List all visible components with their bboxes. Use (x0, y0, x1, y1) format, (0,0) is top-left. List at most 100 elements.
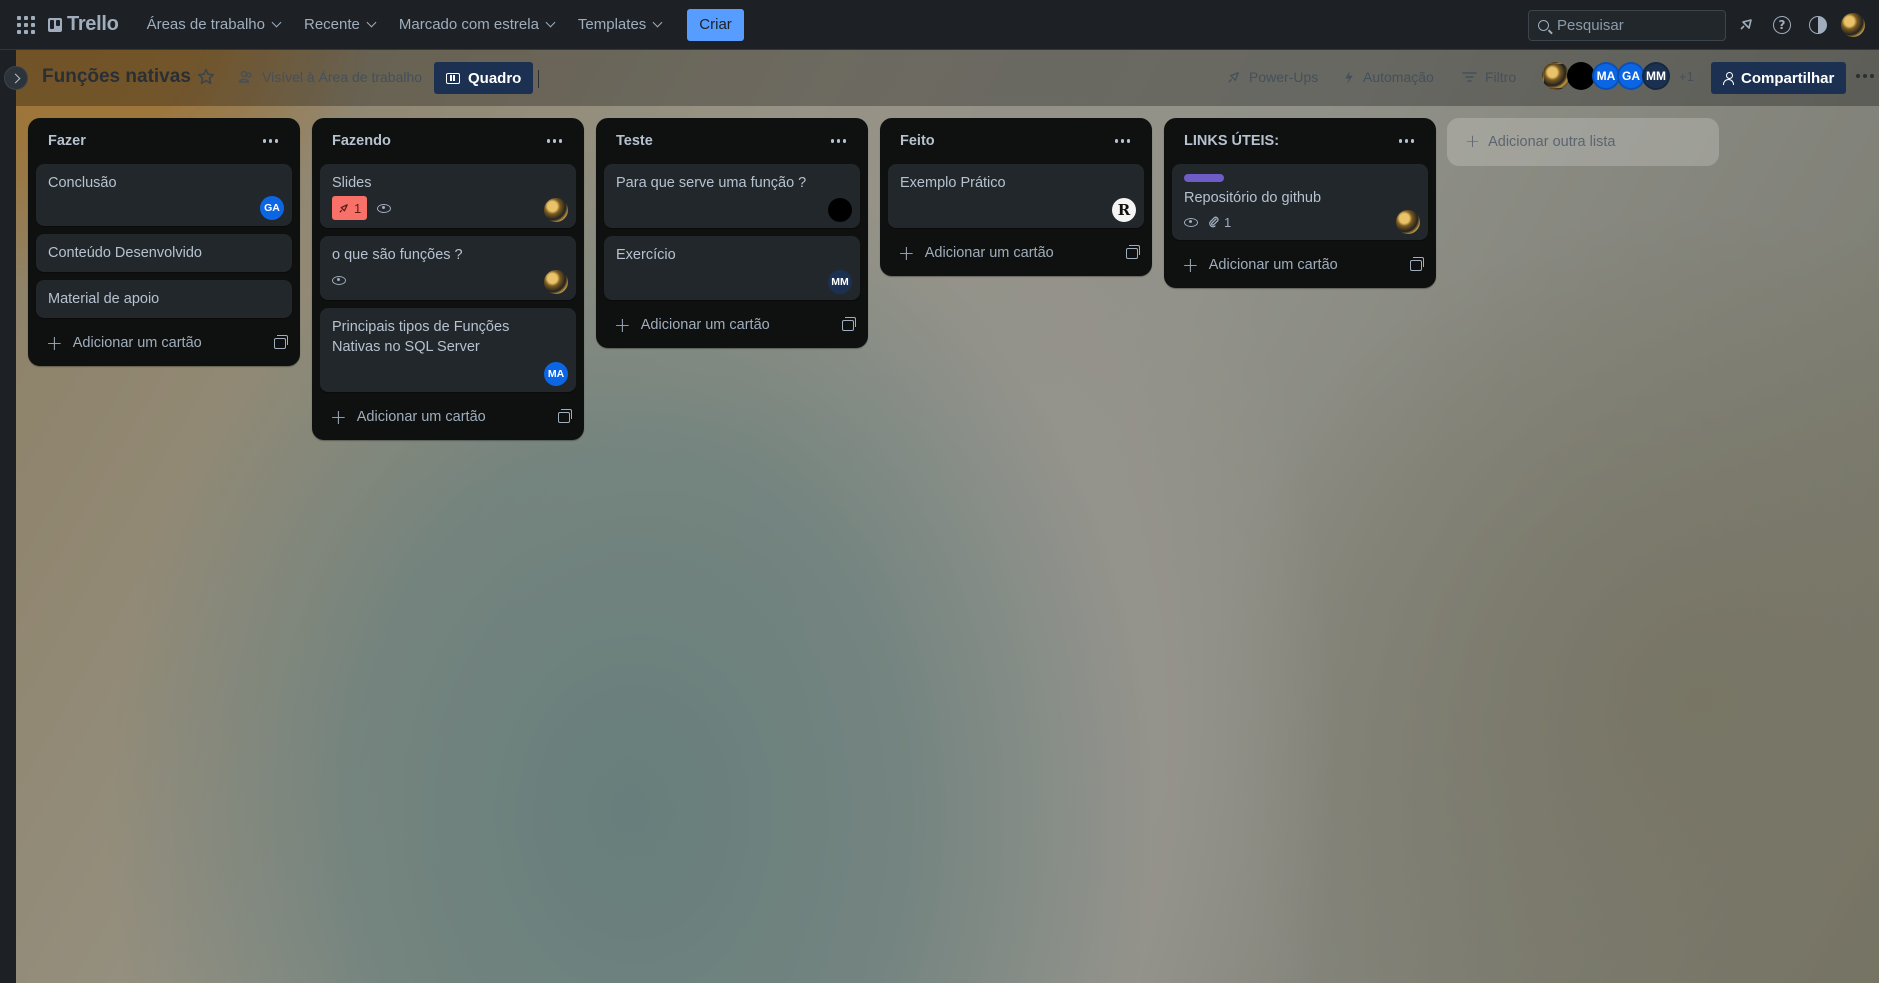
card[interactable]: Slides 1 (320, 164, 576, 228)
add-list-button[interactable]: + Adicionar outra lista (1447, 118, 1719, 166)
card-template-icon[interactable] (274, 334, 288, 349)
card-member-avatar[interactable]: MA (544, 362, 568, 386)
list-title[interactable]: Fazendo (332, 133, 391, 149)
list-teste: Teste Para que serve uma função ? Exercí… (596, 118, 868, 348)
theme-icon[interactable] (1807, 14, 1829, 36)
help-icon[interactable]: ? (1771, 14, 1793, 36)
card-member-avatar[interactable] (1396, 210, 1420, 234)
list-title[interactable]: Fazer (48, 133, 86, 149)
visibility-button[interactable]: Visível à Área de trabalho (238, 69, 422, 85)
add-card-button[interactable]: + Adicionar um cartão (1172, 248, 1428, 282)
automation-button[interactable]: Automação (1343, 69, 1434, 85)
starred-menu[interactable]: Marcado com estrela (389, 9, 568, 41)
member-avatar[interactable]: MA (1592, 62, 1620, 90)
card[interactable]: o que são funções ? (320, 236, 576, 300)
top-nav: Trello Áreas de trabalho Recente Marcado… (0, 0, 1879, 50)
add-card-label: Adicionar um cartão (640, 317, 770, 333)
filter-label: Filtro (1485, 69, 1517, 85)
member-avatar[interactable] (1567, 62, 1595, 90)
watch-icon (1184, 217, 1198, 227)
attachments-count: 1 (1224, 214, 1232, 230)
add-card-button[interactable]: + Adicionar um cartão (604, 308, 860, 342)
recent-menu[interactable]: Recente (294, 9, 389, 41)
watch-icon (332, 275, 346, 285)
board-view-button[interactable]: Quadro (434, 62, 534, 94)
card-member-avatar[interactable] (544, 198, 568, 222)
search-input[interactable] (1557, 17, 1717, 34)
list-menu-icon[interactable] (1109, 133, 1137, 149)
powerups-label: Power-Ups (1249, 69, 1319, 85)
card-template-icon[interactable] (1126, 244, 1140, 259)
card-title: Repositório do github (1184, 190, 1322, 206)
notifications-icon[interactable] (1735, 14, 1757, 36)
card[interactable]: Conclusão GA (36, 164, 292, 226)
board-title[interactable]: Funções nativas (42, 66, 191, 88)
card-member-avatar[interactable]: R (1112, 198, 1136, 222)
chevron-down-icon (366, 17, 377, 28)
filter-button[interactable]: Filtro (1462, 69, 1516, 85)
card-member-avatar[interactable] (544, 270, 568, 294)
list-title[interactable]: Feito (900, 133, 935, 149)
view-switcher-dropdown[interactable] (538, 70, 539, 88)
card-member-avatar[interactable]: MM (828, 270, 852, 294)
attachments-badge: 1 (1208, 215, 1231, 230)
list-menu-icon[interactable] (1393, 133, 1421, 149)
card-template-icon[interactable] (558, 408, 572, 423)
list-menu-icon[interactable] (825, 133, 853, 149)
more-members-count[interactable]: +1 (1679, 69, 1694, 84)
card-template-icon[interactable] (842, 316, 856, 331)
trello-logo[interactable]: Trello (48, 13, 119, 36)
powerups-button[interactable]: Power-Ups (1226, 69, 1318, 85)
add-card-label: Adicionar um cartão (1208, 257, 1338, 273)
card[interactable]: Exemplo Prático R (888, 164, 1144, 228)
person-icon (1723, 72, 1734, 85)
list-title[interactable]: Teste (616, 133, 653, 149)
card-member-avatar[interactable] (828, 198, 852, 222)
list-menu-icon[interactable] (541, 133, 569, 149)
expand-sidebar-button[interactable] (4, 66, 28, 90)
share-button[interactable]: Compartilhar (1711, 62, 1847, 94)
list-header: Feito (888, 118, 1144, 164)
add-card-button[interactable]: + Adicionar um cartão (36, 326, 292, 360)
apps-grid-icon[interactable] (14, 13, 38, 37)
list-title[interactable]: LINKS ÚTEIS: (1184, 133, 1279, 149)
list-feito: Feito Exemplo Prático R + Adicionar um ca… (880, 118, 1152, 276)
add-card-button[interactable]: + Adicionar um cartão (320, 400, 576, 434)
add-card-button[interactable]: + Adicionar um cartão (888, 236, 1144, 270)
plus-icon: + (898, 241, 915, 265)
workspaces-menu-label: Áreas de trabalho (146, 16, 265, 33)
board-menu-button[interactable] (1856, 74, 1874, 78)
star-icon[interactable] (196, 67, 216, 87)
plus-icon: + (1182, 253, 1199, 277)
list-menu-icon[interactable] (257, 133, 285, 149)
card[interactable]: Conteúdo Desenvolvido (36, 234, 292, 272)
templates-menu[interactable]: Templates (568, 9, 675, 41)
recent-menu-label: Recente (303, 16, 360, 33)
card[interactable]: Principais tipos de Funções Nativas no S… (320, 308, 576, 392)
list-fazer: Fazer Conclusão GA Conteúdo Desenvolvido… (28, 118, 300, 366)
filter-icon (1462, 72, 1477, 82)
card-title: Exercício (616, 247, 676, 263)
search-box[interactable] (1528, 10, 1726, 41)
member-avatar[interactable]: GA (1617, 62, 1645, 90)
member-avatar[interactable] (1542, 62, 1570, 90)
templates-menu-label: Templates (577, 16, 647, 33)
card[interactable]: Material de apoio (36, 280, 292, 318)
card[interactable]: Repositório do github 1 (1172, 164, 1428, 240)
board-members[interactable]: MA GA MM +1 (1542, 62, 1694, 90)
workspaces-menu[interactable]: Áreas de trabalho (137, 9, 294, 41)
card[interactable]: Exercício MM (604, 236, 860, 300)
starred-menu-label: Marcado com estrela (398, 16, 539, 33)
card-title: Slides (332, 175, 372, 191)
member-avatar[interactable]: MM (1642, 62, 1670, 90)
card-label-purple[interactable] (1184, 174, 1224, 182)
card-member-avatar[interactable]: GA (260, 196, 284, 220)
profile-avatar[interactable] (1841, 13, 1865, 37)
card-title: Conteúdo Desenvolvido (48, 245, 202, 261)
card-template-icon[interactable] (1410, 256, 1424, 271)
card[interactable]: Para que serve uma função ? (604, 164, 860, 228)
card-badges (332, 268, 564, 292)
sidebar-rail (0, 50, 16, 983)
create-button[interactable]: Criar (687, 8, 744, 41)
trello-logo-icon (48, 17, 62, 32)
